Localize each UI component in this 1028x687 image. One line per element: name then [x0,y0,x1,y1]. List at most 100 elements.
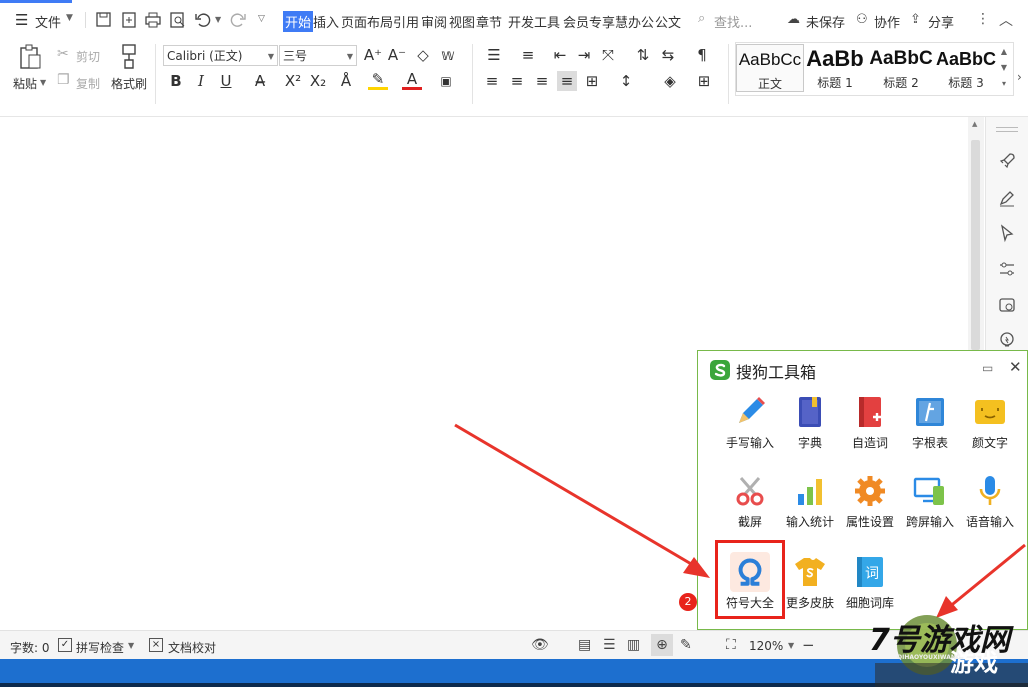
superscript-icon[interactable]: X² [283,71,303,91]
rocket-icon[interactable] [997,151,1017,171]
tab-smart-office[interactable]: 慧办公 [615,12,654,31]
chevron-down-icon[interactable]: ▼ [788,641,794,650]
phonetic-guide-icon[interactable]: 𝕨 [438,45,458,65]
increase-indent-icon[interactable]: ⇥ [574,45,594,65]
lightbulb-icon[interactable] [997,330,1017,350]
paste-button[interactable]: 粘贴 [13,75,37,92]
export-pdf-icon[interactable] [120,12,138,28]
tool-more-skins[interactable]: 更多皮肤 [777,555,843,611]
doc-proof-icon[interactable]: × [149,638,163,652]
tab-view[interactable]: 视图 [449,12,475,31]
pen-tool-icon[interactable]: ✎ [680,637,692,653]
reading-view-icon[interactable]: ▥ [627,637,640,653]
save-icon[interactable] [95,12,113,28]
word-count[interactable]: 字数: 0 [10,639,50,656]
print-preview-icon[interactable] [169,12,187,28]
line-spacing-icon[interactable]: ↕ [616,71,636,91]
italic-button[interactable]: I [191,71,211,91]
clear-format-icon[interactable]: ◇ [413,45,433,65]
tool-custom-word[interactable]: 自造词 [837,395,903,451]
tab-member[interactable]: 会员专享 [563,12,615,31]
web-view-icon[interactable]: ⊕ [651,634,673,656]
tool-cross-screen[interactable]: 跨屏输入 [897,474,963,530]
tab-official-doc[interactable]: 公文 [655,12,681,31]
collapse-ribbon-icon[interactable]: ︿ [999,10,1013,30]
text-effect-icon[interactable]: Å [336,71,356,91]
copy-icon[interactable]: ❐ [57,72,70,88]
decrease-indent-icon[interactable]: ⇤ [550,45,570,65]
style-heading2[interactable]: AaBbC 标题 2 [868,44,934,90]
cut-button[interactable]: 剪切 [76,48,100,65]
eye-protection-icon[interactable]: 👁 [531,637,549,653]
ribbon-scroll-right-icon[interactable]: › [1017,70,1022,84]
align-right-icon[interactable]: ≡ [532,71,552,91]
align-left-icon[interactable]: ≡ [482,71,502,91]
highlight-icon[interactable]: ✎ [368,71,388,90]
copy-button[interactable]: 复制 [76,75,100,92]
style-normal[interactable]: AaBbCc 正文 [736,44,804,92]
search-input[interactable]: 查找... [714,12,752,31]
file-menu[interactable]: 文件 [35,12,61,31]
underline-button[interactable]: U [216,71,236,91]
share-button[interactable]: 分享 [928,12,954,31]
fit-page-icon[interactable]: ⛶ [726,637,736,653]
style-heading1[interactable]: AaBb 标题 1 [802,44,868,90]
scissors-icon[interactable]: ✂ [57,46,69,62]
tool-property-settings[interactable]: 属性设置 [837,474,903,530]
style-heading3[interactable]: AaBbC 标题 3 [934,44,998,90]
zoom-out-icon[interactable]: − [802,636,815,654]
sort-icon[interactable]: ⇅ [633,45,653,65]
checkbox-icon[interactable]: ✓ [58,638,72,652]
text-direction-icon[interactable]: ⇆ [658,45,678,65]
zoom-level[interactable]: 120% [749,639,783,653]
image-tools-icon[interactable] [997,295,1017,315]
undo-dropdown-icon[interactable]: ▼ [215,15,221,24]
borders-icon[interactable]: ⊞ [694,71,714,91]
tab-page-layout[interactable]: 页面布局 [341,12,393,31]
tab-review[interactable]: 审阅 [421,12,447,31]
show-marks-icon[interactable]: ¶ [692,45,712,65]
pen-edit-icon[interactable] [997,188,1017,208]
cursor-select-icon[interactable] [997,223,1017,243]
more-options-icon[interactable]: ⋮ [976,11,990,27]
tool-emoticon[interactable]: 颜文字 [957,395,1023,451]
tool-voice-input[interactable]: 语音输入 [957,474,1023,530]
tool-input-stats[interactable]: 输入统计 [777,474,843,530]
tab-home[interactable]: 开始 [283,11,314,32]
close-icon[interactable]: ✕ [1009,358,1022,376]
align-center-icon[interactable]: ≡ [507,71,527,91]
customize-quick-access-icon[interactable]: ▽ [258,14,265,24]
format-painter-icon[interactable] [118,44,140,70]
styles-scroll[interactable]: ▲ ▼ ▾ [998,44,1010,92]
justify-icon[interactable]: ≡ [557,71,577,91]
tab-developer[interactable]: 开发工具 [508,12,560,31]
feedback-icon[interactable]: ▭ [982,361,993,375]
tool-handwriting[interactable]: 手写输入 [717,395,783,451]
bold-button[interactable]: B [166,71,186,91]
distributed-align-icon[interactable]: ⊞ [582,71,602,91]
tool-dictionary[interactable]: 字典 [777,395,843,451]
settings-sliders-icon[interactable] [997,259,1017,279]
unsaved-status[interactable]: 未保存 [806,12,845,31]
tool-radical-table[interactable]: 字根表 [897,395,963,451]
redo-icon[interactable] [229,12,247,28]
strikethrough-icon[interactable]: A̶ [250,71,270,91]
tool-screenshot[interactable]: 截屏 [717,474,783,530]
outline-view-icon[interactable]: ☰ [603,637,616,653]
chevron-down-icon[interactable]: ▼ [128,641,134,650]
increase-font-icon[interactable]: A⁺ [363,45,383,65]
tab-references[interactable]: 引用 [393,12,419,31]
spell-check-button[interactable]: 拼写检查 [76,639,124,656]
undo-icon[interactable] [194,12,212,28]
tab-chapter[interactable]: 章节 [476,12,502,31]
char-border-icon[interactable]: ▣ [436,71,456,91]
format-painter-button[interactable]: 格式刷 [111,75,147,92]
paste-icon[interactable] [18,44,42,70]
tab-insert[interactable]: 插入 [313,12,339,31]
doc-proof-button[interactable]: 文档校对 [168,639,216,656]
font-size-select[interactable]: 三号 ▼ [279,45,357,66]
chinese-layout-icon[interactable]: ⤧ [598,45,618,65]
page-view-icon[interactable]: ▤ [578,637,591,653]
scroll-up-icon[interactable]: ▲ [972,120,977,128]
bullet-list-icon[interactable]: ☰ [484,45,504,65]
